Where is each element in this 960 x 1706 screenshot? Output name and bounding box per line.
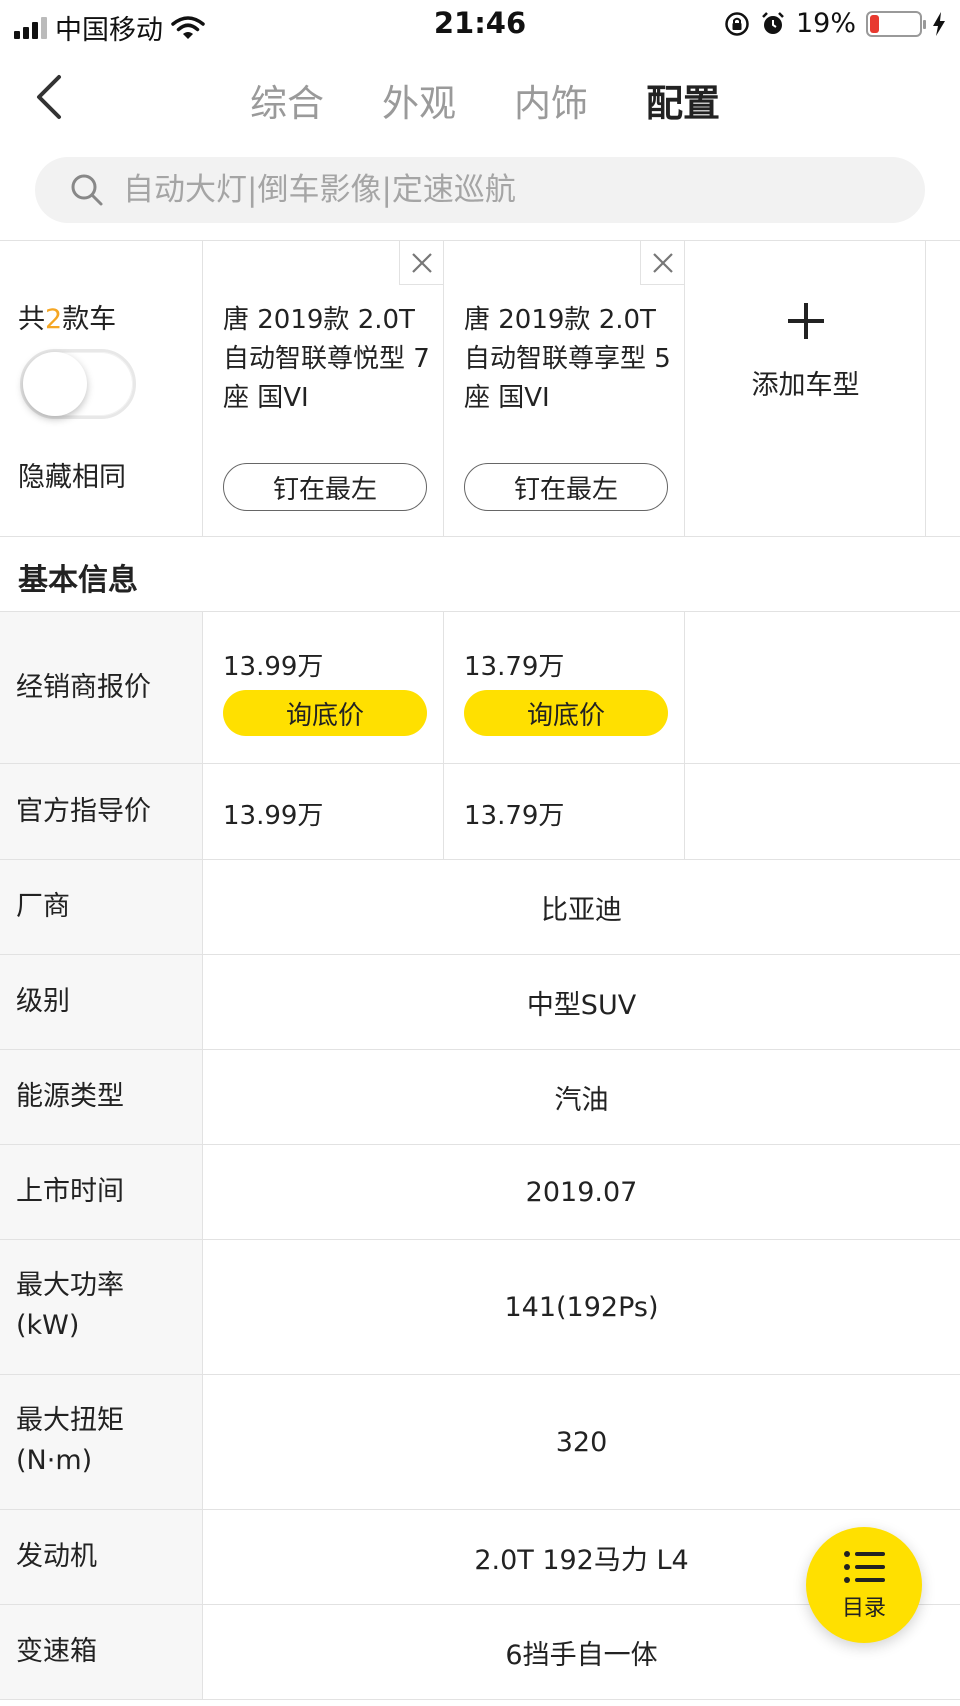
car-count: 共2款车 [18, 297, 116, 336]
tab-overview[interactable]: 综合 [250, 73, 324, 127]
search-input[interactable] [123, 172, 883, 208]
tab-exterior[interactable]: 外观 [382, 73, 456, 127]
spec-value-cell: 13.99万 询底价 [203, 612, 444, 763]
plus-icon [685, 301, 926, 351]
spec-label: 官方指导价 [16, 796, 151, 827]
spec-value-cell: 13.79万 [444, 764, 685, 859]
spec-label: 级别 [16, 986, 70, 1017]
remove-car-button[interactable] [640, 241, 684, 285]
pin-left-button[interactable]: 钉在最左 [223, 463, 427, 511]
hide-same-label: 隐藏相同 [18, 462, 126, 493]
hide-same-toggle[interactable] [20, 349, 136, 419]
spec-value-cell: 13.99万 [203, 764, 444, 859]
spec-label-cell: 上市时间 [0, 1145, 203, 1239]
spec-label-cell: 最大扭矩 (N·m) [0, 1375, 203, 1509]
car-count-number: 2 [45, 304, 63, 335]
spec-value: 比亚迪 [541, 894, 622, 926]
battery-percent: 19% [795, 8, 856, 39]
spec-row-energy-type: 能源类型 汽油 [0, 1050, 960, 1145]
spec-label: 发动机 [16, 1541, 97, 1572]
spec-label-cell: 厂商 [0, 860, 203, 954]
spec-row-level: 级别 中型SUV [0, 955, 960, 1050]
spec-row-maker: 厂商 比亚迪 [0, 860, 960, 955]
table-of-contents-button[interactable]: 目录 [806, 1527, 922, 1643]
official-price-value: 13.79万 [464, 801, 565, 831]
ask-lowest-price-button[interactable]: 询底价 [464, 690, 668, 736]
spec-label: 最大扭矩 [16, 1405, 124, 1436]
toc-label: 目录 [841, 1596, 886, 1621]
spec-label: 经销商报价 [16, 672, 151, 703]
spec-label: 最大功率 [16, 1270, 124, 1301]
close-icon [652, 252, 673, 273]
spec-row-official-price: 官方指导价 13.99万 13.79万 [0, 764, 960, 860]
spec-value: 320 [555, 1426, 608, 1458]
remove-car-button[interactable] [399, 241, 443, 285]
section-header: 基本信息 [0, 537, 960, 612]
spec-label: 能源类型 [16, 1081, 124, 1112]
spec-value: 中型SUV [526, 989, 637, 1021]
orientation-lock-icon [725, 11, 749, 36]
car-count-prefix: 共 [18, 304, 45, 335]
car-count-suffix: 款车 [62, 304, 117, 335]
spec-label-cell: 发动机 [0, 1510, 203, 1604]
spec-label-cell: 官方指导价 [0, 764, 203, 859]
search-bar[interactable] [35, 157, 925, 223]
spec-label-cell: 能源类型 [0, 1050, 203, 1144]
spec-label-unit: (N·m) [16, 1445, 93, 1476]
spec-label: 上市时间 [16, 1176, 124, 1207]
spec-label-cell: 最大功率 (kW) [0, 1240, 203, 1374]
spec-label-cell: 变速箱 [0, 1605, 203, 1699]
status-bar: 中国移动 21:46 19% [0, 0, 960, 48]
close-icon [411, 252, 432, 273]
spec-empty-cell [685, 764, 960, 859]
battery-icon [866, 10, 926, 37]
spec-value: 2019.07 [525, 1176, 638, 1208]
nav-bar: 综合 外观 内饰 配置 [0, 55, 960, 139]
spec-row-max-torque: 最大扭矩 (N·m) 320 [0, 1375, 960, 1510]
tab-configuration[interactable]: 配置 [646, 73, 720, 127]
toggle-knob [23, 352, 87, 416]
spec-row-launch-date: 上市时间 2019.07 [0, 1145, 960, 1240]
add-car-label: 添加车型 [751, 370, 860, 401]
add-car-button[interactable]: 添加车型 [685, 241, 926, 537]
spec-value-cell: 13.79万 询底价 [444, 612, 685, 763]
list-icon [844, 1551, 885, 1583]
spec-row-max-power: 最大功率 (kW) 141(192Ps) [0, 1240, 960, 1375]
section-title: 基本信息 [18, 563, 138, 598]
spec-row-dealer-price: 经销商报价 13.99万 询底价 13.79万 询底价 [0, 612, 960, 764]
car-name: 唐 2019款 2.0T 自动智联尊悦型 7座 国VI [223, 305, 430, 413]
dealer-price-value: 13.99万 [223, 652, 324, 682]
compare-header: 共2款车 隐藏相同 唐 2019款 2.0T 自动智联尊悦型 7座 国VI 钉在… [0, 240, 960, 537]
ask-lowest-price-button[interactable]: 询底价 [223, 690, 427, 736]
dealer-price-value: 13.79万 [464, 652, 565, 682]
tab-interior[interactable]: 内饰 [514, 73, 588, 127]
spec-label: 厂商 [16, 891, 70, 922]
spec-label-cell: 级别 [0, 955, 203, 1049]
search-icon [71, 174, 103, 206]
spec-label: 变速箱 [16, 1636, 97, 1667]
tab-bar: 综合 外观 内饰 配置 [0, 73, 960, 127]
compare-controls: 共2款车 隐藏相同 [0, 241, 203, 537]
car-name: 唐 2019款 2.0T 自动智联尊享型 5座 国VI [464, 305, 671, 413]
car-column: 唐 2019款 2.0T 自动智联尊享型 5座 国VI 钉在最左 [444, 241, 685, 537]
official-price-value: 13.99万 [223, 801, 324, 831]
alarm-icon [762, 11, 784, 34]
spec-label-cell: 经销商报价 [0, 612, 203, 763]
spec-value: 141(192Ps) [504, 1291, 659, 1323]
pin-left-button[interactable]: 钉在最左 [464, 463, 668, 511]
charging-bolt-icon [933, 11, 945, 36]
spec-empty-cell [685, 612, 960, 763]
status-right: 19% [724, 8, 946, 39]
spec-label-unit: (kW) [16, 1310, 80, 1341]
car-column: 唐 2019款 2.0T 自动智联尊悦型 7座 国VI 钉在最左 [203, 241, 444, 537]
spec-value: 汽油 [554, 1084, 609, 1116]
